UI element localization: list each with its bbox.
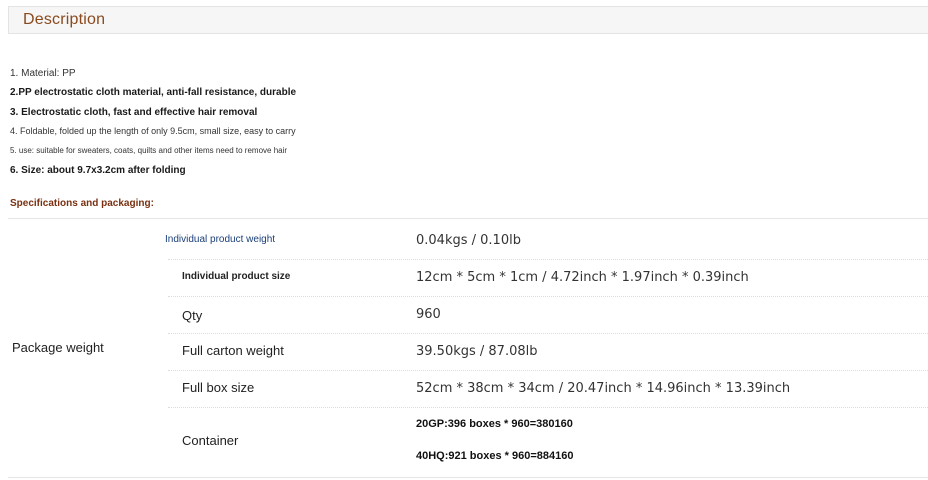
description-line-material: 1. Material: PP bbox=[10, 68, 76, 79]
package-weight-group-label: Package weight bbox=[12, 340, 104, 355]
spec-table-top-border bbox=[8, 218, 928, 219]
spec-value-carton-weight: 39.50kgs / 87.08lb bbox=[416, 344, 538, 359]
spec-value-container-40hq: 40HQ:921 boxes * 960=884160 bbox=[416, 450, 574, 462]
spec-label-product-weight: Individual product weight bbox=[165, 234, 276, 245]
specifications-heading: Specifications and packaging: bbox=[10, 198, 154, 209]
spec-value-product-weight: 0.04kgs / 0.10lb bbox=[416, 233, 521, 248]
spec-value-box-size: 52cm * 38cm * 34cm / 20.47inch * 14.96in… bbox=[416, 381, 791, 396]
spec-label-product-size: Individual product size bbox=[182, 271, 291, 282]
row-divider bbox=[168, 296, 928, 297]
description-title: Description bbox=[23, 11, 106, 28]
spec-value-container-20gp: 20GP:396 boxes * 960=380160 bbox=[416, 418, 573, 430]
spec-label-qty: Qty bbox=[182, 308, 203, 323]
description-line-foldable: 4. Foldable, folded up the length of onl… bbox=[10, 126, 296, 136]
spec-table-bottom-border bbox=[8, 477, 928, 478]
spec-value-product-size: 12cm * 5cm * 1cm / 4.72inch * 1.97inch *… bbox=[416, 270, 749, 285]
spec-label-box-size: Full box size bbox=[182, 380, 255, 395]
row-divider bbox=[168, 370, 928, 371]
description-line-size: 6. Size: about 9.7x3.2cm after folding bbox=[10, 165, 186, 176]
description-header: Description bbox=[8, 6, 928, 34]
description-line-durable: 2.PP electrostatic cloth material, anti-… bbox=[10, 87, 297, 98]
description-line-hair-removal: 3. Electrostatic cloth, fast and effecti… bbox=[10, 107, 258, 118]
spec-label-container: Container bbox=[182, 433, 239, 448]
row-divider bbox=[168, 333, 928, 334]
row-divider bbox=[168, 407, 928, 408]
description-line-use: 5. use: suitable for sweaters, coats, qu… bbox=[10, 146, 288, 155]
spec-label-carton-weight: Full carton weight bbox=[182, 343, 284, 358]
spec-value-qty: 960 bbox=[416, 307, 441, 322]
row-divider bbox=[168, 259, 928, 260]
